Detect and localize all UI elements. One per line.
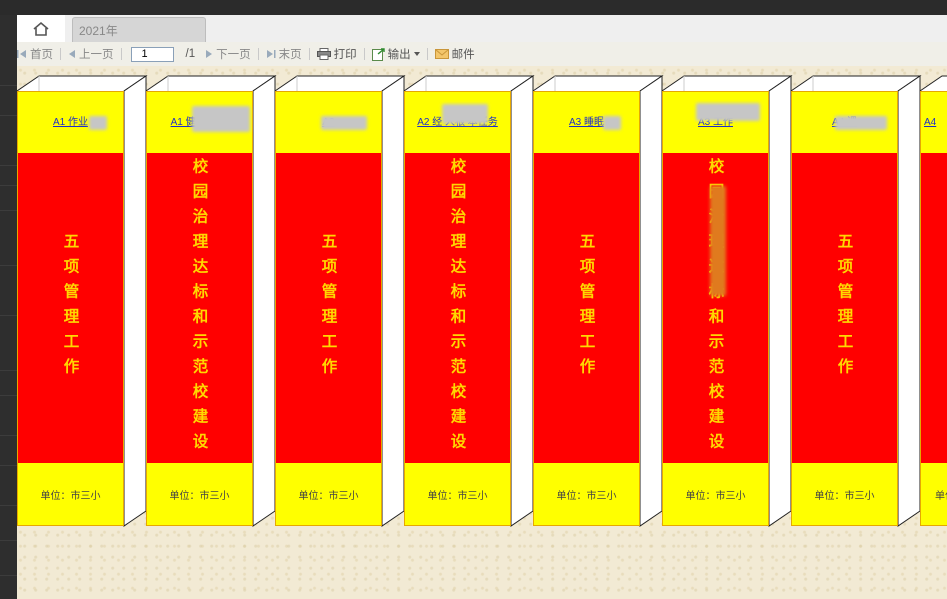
redaction-blur — [835, 116, 887, 130]
binder-unit: 单位：市三小 — [298, 490, 359, 502]
binder-spine: A4 单位：市三小 — [919, 75, 947, 526]
spine-face: A3 睡眠 五项管理工作 单位：市三小 — [533, 91, 640, 526]
binder-title-panel: 校园治理达标和示范校建设 — [405, 153, 510, 463]
toolbar-divider — [308, 48, 310, 60]
binder-title: 校园治理达标和示范校建设 — [448, 158, 468, 458]
last-page-icon — [266, 50, 276, 58]
left-side-strip — [0, 15, 17, 599]
spine-face: A4 单位：市三小 — [920, 91, 947, 526]
binder-spine: A1 作业 五项管理工作 单位：市三小 — [17, 75, 148, 527]
binder-label-link[interactable]: A4 — [921, 92, 947, 153]
toolbar-divider — [363, 48, 365, 60]
report-toolbar: 首页 上一页 /1 下一页 末页 打印 输出 邮件 — [17, 42, 947, 66]
redaction-blur — [696, 103, 760, 121]
print-button[interactable]: 打印 — [316, 46, 357, 62]
spine-face: A4 课 五项管理工作 单位：市三小 — [791, 91, 898, 526]
tab-bar: 2021年 — [17, 15, 947, 43]
tab-year[interactable]: 2021年 — [72, 17, 206, 42]
binder-spine: A2 经 人根 本任务 校园治理达标和示范校建设 单位：市三小 — [403, 75, 535, 527]
mail-button[interactable]: 邮件 — [434, 46, 475, 62]
binder-unit: 单位：市三小 — [814, 490, 875, 502]
last-page-button[interactable]: 末页 — [266, 46, 302, 62]
page-number-input[interactable] — [130, 46, 174, 62]
first-page-icon — [17, 50, 26, 58]
total-pages: /1 — [185, 48, 196, 60]
binder-title-panel: 校园治理达标和示范校建设 — [147, 153, 252, 463]
binder-title-panel: 五项管理工作 — [276, 153, 381, 463]
toolbar-divider — [257, 48, 259, 60]
redaction-blur — [603, 116, 621, 130]
home-icon — [33, 21, 49, 36]
export-icon — [371, 47, 385, 61]
binder-unit: 单位：市三小 — [169, 490, 230, 502]
mail-label: 邮件 — [451, 49, 475, 61]
prev-page-label: 上一页 — [79, 49, 114, 61]
spine-face: A1 健全 领导 校园治理达标和示范校建设 单位：市三小 — [146, 91, 253, 526]
toolbar-divider — [426, 48, 428, 60]
redaction-blur — [442, 104, 488, 124]
binder-spine: A2 五项管理工作 单位：市三小 — [274, 75, 406, 527]
report-content: A1 作业 五项管理工作 单位：市三小 A1 健全 领导 校园治理达标和示范校建… — [17, 66, 947, 599]
redaction-blur — [192, 106, 250, 132]
binder-spine: A1 健全 领导 校园治理达标和示范校建设 单位：市三小 — [145, 75, 277, 527]
binder-title: 五项管理工作 — [61, 233, 81, 383]
window-top-bar — [0, 0, 947, 15]
spine-face: A2 五项管理工作 单位：市三小 — [275, 91, 382, 526]
prev-page-icon — [69, 50, 75, 58]
first-page-label: 首页 — [30, 49, 53, 61]
binder-unit: 单位：市三小 — [427, 490, 488, 502]
binder-title: 五项管理工作 — [577, 233, 597, 383]
redaction-blur — [710, 186, 726, 296]
binder-title-panel — [921, 153, 947, 463]
first-page-button[interactable]: 首页 — [17, 46, 53, 62]
spine-face: A1 作业 五项管理工作 单位：市三小 — [17, 91, 124, 526]
spine-face: A3 工作 校园治理达标和示范校建设 单位：市三小 — [662, 91, 769, 526]
binder-label-link[interactable]: A3 睡眠 — [534, 92, 639, 153]
redaction-blur — [89, 116, 107, 130]
binder-title: 校园治理达标和示范校建设 — [190, 158, 210, 458]
last-page-label: 末页 — [278, 49, 302, 61]
print-label: 打印 — [333, 49, 357, 61]
binder-unit: 单位：市三小 — [40, 490, 101, 502]
envelope-icon — [434, 49, 449, 59]
binder-title-panel: 五项管理工作 — [534, 153, 639, 463]
binder-spine: A3 睡眠 五项管理工作 单位：市三小 — [532, 75, 664, 527]
spine-face: A2 经 人根 本任务 校园治理达标和示范校建设 单位：市三小 — [404, 91, 511, 526]
binder-unit: 单位：市三小 — [935, 490, 947, 502]
next-page-button[interactable]: 下一页 — [205, 46, 251, 62]
next-page-label: 下一页 — [216, 49, 251, 61]
binder-spine: A3 工作 校园治理达标和示范校建设 单位：市三小 — [661, 75, 793, 527]
binder-spine: A4 课 五项管理工作 单位：市三小 — [790, 75, 922, 527]
dropdown-arrow-icon — [413, 52, 420, 56]
binder-label-link[interactable]: A3 工作 — [663, 92, 768, 153]
export-label: 输出 — [387, 49, 411, 61]
binder-title: 五项管理工作 — [319, 233, 339, 383]
printer-icon — [316, 48, 331, 60]
binder-title-panel: 五项管理工作 — [18, 153, 123, 463]
binder-label-link[interactable]: A1 作业 — [18, 92, 123, 153]
redaction-blur — [321, 116, 367, 130]
prev-page-button[interactable]: 上一页 — [68, 46, 114, 62]
tab-home[interactable] — [17, 15, 65, 42]
export-button[interactable]: 输出 — [371, 46, 420, 62]
binder-title-panel: 五项管理工作 — [792, 153, 897, 463]
toolbar-divider — [60, 48, 61, 60]
next-page-icon — [206, 50, 213, 58]
toolbar-divider — [120, 48, 122, 60]
binder-title: 五项管理工作 — [835, 233, 855, 383]
binder-unit: 单位：市三小 — [685, 490, 746, 502]
binder-unit: 单位：市三小 — [556, 490, 617, 502]
